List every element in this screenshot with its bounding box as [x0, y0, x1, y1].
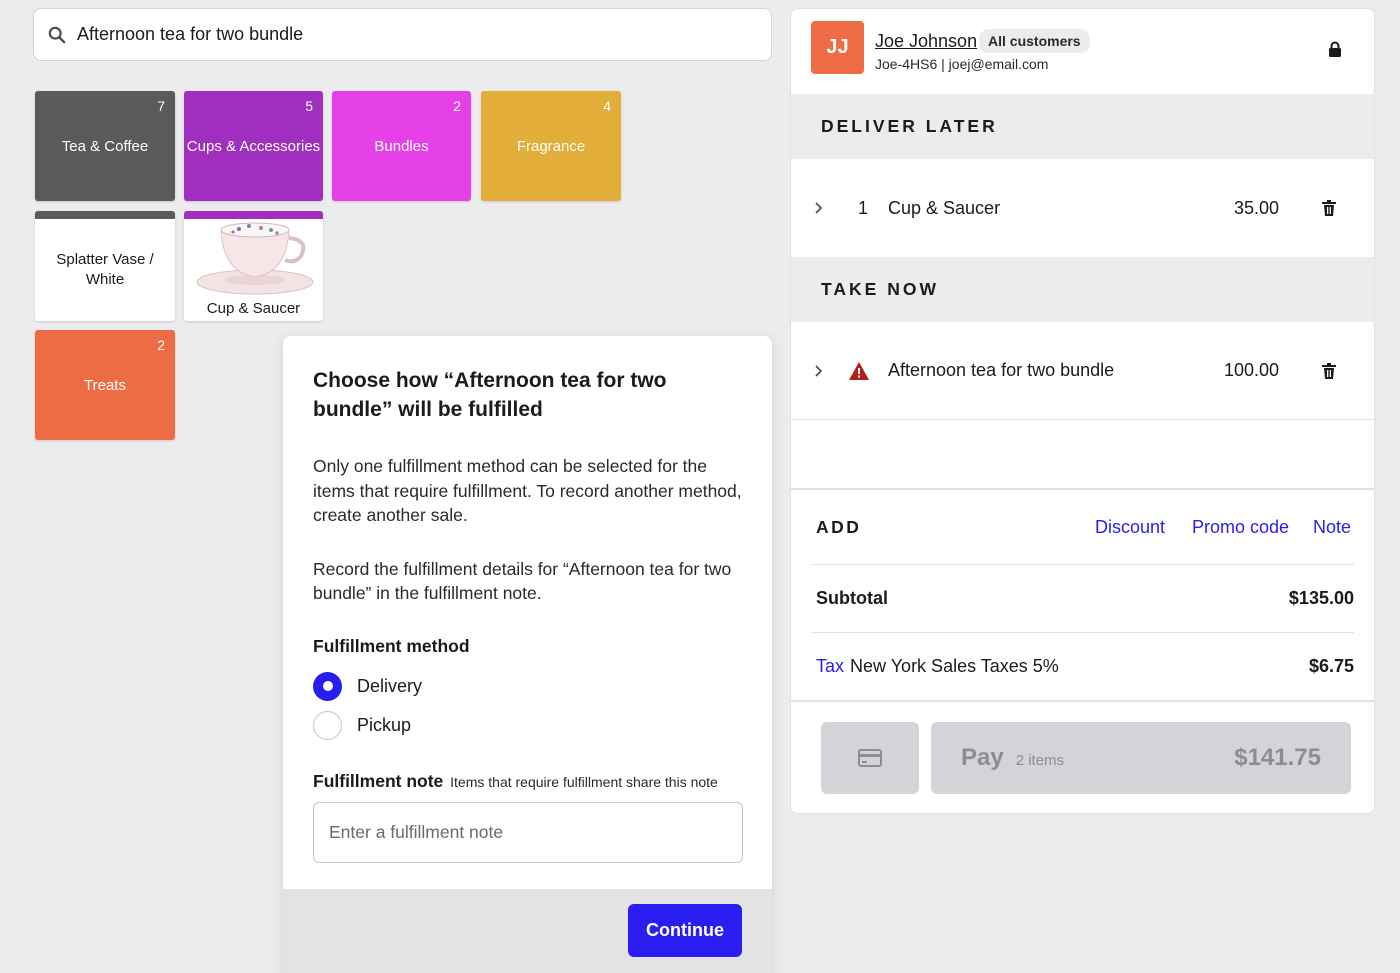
warning-icon [849, 361, 869, 380]
tile-count: 4 [603, 98, 611, 114]
note-hint: Items that require fulfillment share thi… [450, 773, 718, 790]
search-input[interactable] [77, 24, 717, 45]
tile-cups-accessories[interactable]: 5 Cups & Accessories [184, 91, 323, 201]
card-payment-button[interactable] [821, 722, 919, 794]
avatar[interactable]: JJ [811, 21, 864, 74]
subtotal-label: Subtotal [816, 588, 888, 608]
tax-value: $6.75 [1308, 656, 1354, 676]
tile-label: Treats [84, 376, 126, 394]
tile-count: 2 [157, 337, 165, 353]
tile-label: Cups & Accessories [186, 137, 321, 155]
credit-card-icon [858, 749, 882, 767]
radio-label: Pickup [357, 714, 412, 735]
fulfillment-note-label: Fulfillment note Items that require fulf… [313, 771, 742, 792]
tile-label: Bundles [374, 137, 429, 155]
tax-row: Tax New York Sales Taxes 5% $6.75 [791, 633, 1374, 700]
tile-fragrance[interactable]: 4 Fragrance [481, 91, 621, 201]
section-take-now: TAKE NOW [791, 257, 1374, 322]
subtotal-value: $135.00 [1288, 588, 1354, 608]
item-price: 100.00 [1223, 360, 1279, 380]
radio-delivery[interactable]: Delivery [313, 667, 742, 706]
customer-header: JJ Joe Johnson All customers Joe-4HS6 | … [791, 9, 1374, 94]
fulfillment-note-input[interactable] [313, 801, 743, 863]
tile-treats[interactable]: 2 Treats [35, 330, 175, 440]
item-price: 35.00 [1233, 197, 1279, 218]
section-deliver-later: DELIVER LATER [791, 94, 1374, 159]
pay-label: Pay [961, 744, 1004, 771]
line-item[interactable]: Afternoon tea for two bundle 100.00 [791, 322, 1374, 420]
tax-link[interactable]: Tax [816, 656, 844, 676]
tile-label: Tea & Coffee [61, 137, 149, 155]
add-label: ADD [816, 516, 862, 537]
pay-item-count: 2 items [1015, 751, 1065, 769]
fulfillment-method-label: Fulfillment method [313, 635, 470, 656]
tile-count: 7 [157, 98, 165, 114]
dialog-description: Only one fulfillment method can be selec… [313, 456, 742, 525]
subtotal-row: Subtotal $135.00 [791, 565, 1374, 632]
continue-button[interactable]: Continue [628, 904, 742, 957]
radio-button-checked[interactable] [313, 671, 342, 701]
promo-code-link[interactable]: Promo code [1192, 517, 1289, 538]
radio-button[interactable] [313, 710, 342, 740]
add-row: ADD Discount Promo code Note [791, 490, 1374, 564]
tile-splatter-vase[interactable]: Splatter Vase / White [35, 211, 175, 321]
tax-description: New York Sales Taxes 5% [850, 656, 1059, 676]
tile-label: Fragrance [516, 137, 586, 155]
tile-label: Cup & Saucer [206, 300, 301, 317]
pay-button[interactable]: Pay 2 items $141.75 [931, 722, 1351, 794]
trash-icon[interactable] [1322, 200, 1336, 216]
tile-cup-saucer[interactable]: Cup & Saucer [184, 211, 323, 321]
note-link[interactable]: Note [1313, 517, 1351, 538]
dialog-instructions: Record the fulfillment details for “Afte… [313, 558, 732, 604]
trash-icon[interactable] [1322, 362, 1336, 379]
chevron-right-icon[interactable] [813, 201, 823, 215]
item-name: Afternoon tea for two bundle [888, 360, 1115, 380]
search-icon [48, 26, 66, 43]
dialog-footer: Continue [283, 889, 772, 973]
customer-name-link[interactable]: Joe Johnson [875, 31, 977, 52]
pay-area: Pay 2 items $141.75 [791, 700, 1374, 812]
cart-spacer [791, 420, 1374, 490]
search-bar[interactable] [33, 8, 772, 61]
tile-bundles[interactable]: 2 Bundles [332, 91, 471, 201]
chevron-right-icon[interactable] [813, 364, 823, 378]
tile-count: 2 [453, 98, 461, 114]
tile-label: Splatter Vase / White [56, 251, 154, 288]
line-item[interactable]: 1 Cup & Saucer 35.00 [791, 159, 1374, 257]
tax-label: Tax New York Sales Taxes 5% [816, 656, 1059, 677]
lock-icon[interactable] [1328, 41, 1342, 58]
fulfillment-dialog: Choose how “Afternoon tea for two bundle… [283, 336, 772, 973]
customer-details: Joe-4HS6 | joej@email.com [875, 56, 1049, 72]
tile-tea-coffee[interactable]: 7 Tea & Coffee [35, 91, 175, 201]
discount-link[interactable]: Discount [1095, 517, 1165, 538]
cup-saucer-image [196, 222, 313, 295]
item-name: Cup & Saucer [888, 197, 1001, 218]
dialog-title: Choose how “Afternoon tea for two bundle… [313, 369, 667, 421]
cart-panel: JJ Joe Johnson All customers Joe-4HS6 | … [790, 8, 1375, 814]
tile-count: 5 [305, 98, 313, 114]
pay-total: $141.75 [1234, 744, 1321, 771]
customer-group-badge: All customers [979, 29, 1090, 53]
radio-label: Delivery [357, 675, 423, 696]
radio-pickup[interactable]: Pickup [313, 706, 742, 745]
note-title: Fulfillment note [313, 770, 444, 791]
item-quantity: 1 [858, 197, 869, 218]
